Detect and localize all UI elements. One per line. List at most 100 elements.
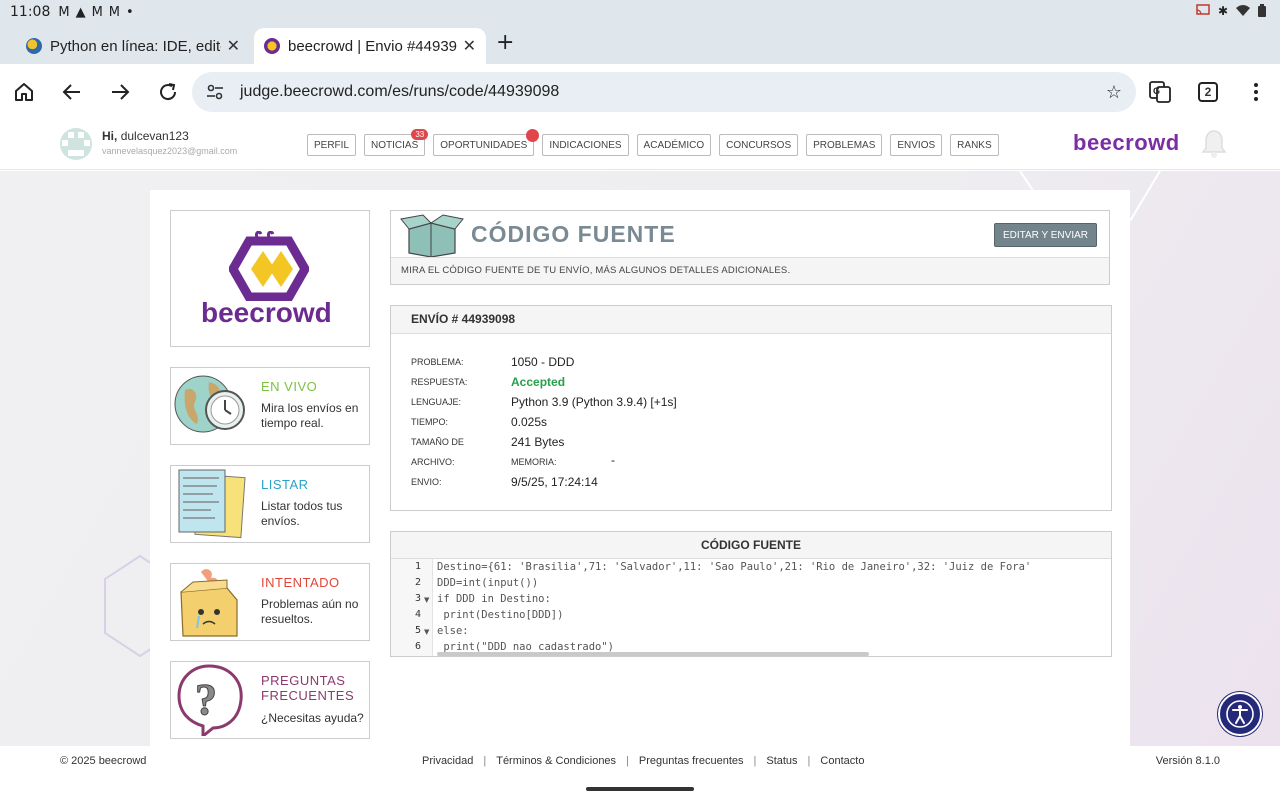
line-number: 6 [414, 641, 421, 652]
system-status-bar: 11:08 M ▲ M M • ✱ [0, 0, 1280, 24]
address-bar[interactable]: judge.beecrowd.com/es/runs/code/44939098… [192, 72, 1136, 112]
svg-text:G: G [1153, 86, 1160, 96]
horizontal-scrollbar[interactable] [437, 652, 869, 656]
code-line[interactable]: Destino={61: 'Brasilia',71: 'Salvador',1… [437, 561, 1031, 573]
fold-toggle-icon[interactable]: ▼ [424, 596, 429, 604]
gesture-handle[interactable] [586, 787, 694, 791]
open-box-icon [400, 214, 464, 257]
footer-link-faq[interactable]: Preguntas frecuentes [629, 755, 754, 767]
code-line[interactable]: if DDD in Destino: [437, 593, 551, 605]
beecrowd-logo-icon [229, 231, 309, 301]
detail-label: PROBLEMA: [411, 357, 464, 367]
menu-button[interactable] [1242, 78, 1270, 106]
translate-icon: G [1149, 81, 1171, 103]
gmail-icon: M [91, 4, 103, 20]
cast-icon [1196, 4, 1210, 20]
greeting: Hi, [102, 129, 118, 143]
card-en-vivo[interactable]: EN VIVO Mira los envíos en tiempo real. [170, 367, 370, 445]
globe-clock-icon [174, 375, 245, 433]
detail-value: 241 Bytes [511, 435, 565, 449]
avatar[interactable] [60, 128, 92, 160]
tab-strip: Python en línea: IDE, editor ✕ beecrowd … [0, 24, 1280, 64]
card-title: INTENTADO [261, 575, 340, 590]
status-badge: Accepted [511, 375, 566, 389]
detail-value: - [611, 453, 615, 467]
footer-links: Privacidad | Términos & Condiciones | Pr… [422, 755, 874, 767]
browser-tab-python[interactable]: Python en línea: IDE, editor ✕ [16, 28, 250, 64]
nav-label: PROBLEMAS [813, 139, 876, 151]
nav-ranks[interactable]: RANKS [950, 134, 999, 156]
line-number: 1 [414, 561, 421, 572]
nav-label: CONCURSOS [726, 139, 792, 151]
card-listar[interactable]: LISTAR Listar todos tus envíos. [170, 465, 370, 543]
card-intentado[interactable]: INTENTADO Problemas aún no resueltos. [170, 563, 370, 641]
translate-button[interactable]: G [1146, 78, 1174, 106]
code-title: CÓDIGO FUENTE [700, 538, 801, 552]
nav-concursos[interactable]: CONCURSOS [719, 134, 799, 156]
gmail-icon: M [108, 4, 121, 20]
nav-perfil[interactable]: PERFIL [307, 134, 357, 156]
nav-oportunidades[interactable]: OPORTUNIDADES [433, 129, 540, 156]
system-tray: ✱ [1196, 4, 1266, 20]
detail-value: 9/5/25, 17:24:14 [511, 475, 598, 489]
tab-switcher-button[interactable]: 2 [1198, 82, 1218, 102]
edit-and-submit-button[interactable]: EDITAR Y ENVIAR [993, 223, 1097, 247]
code-line[interactable]: DDD=int(input()) [437, 577, 538, 589]
beecrowd-favicon-icon [264, 38, 280, 54]
nav-envios[interactable]: ENVIOS [890, 134, 943, 156]
detail-value: Python 3.9 (Python 3.9.4) [+1s] [511, 395, 677, 409]
reload-button[interactable] [154, 78, 182, 106]
dot-icon: • [126, 4, 134, 20]
new-tab-button[interactable]: + [496, 30, 514, 55]
nav-label: RANKS [957, 139, 992, 151]
forward-button[interactable] [106, 78, 134, 106]
nav-label: INDICACIONES [549, 139, 622, 151]
close-icon[interactable]: ✕ [227, 36, 240, 56]
copyright: © 2025 beecrowd [60, 755, 147, 767]
card-description: ¿Necesitas ayuda? [261, 711, 364, 725]
code-line[interactable]: else: [437, 625, 469, 637]
bookmark-star-icon[interactable]: ☆ [1106, 82, 1122, 103]
close-icon[interactable]: ✕ [463, 36, 476, 56]
beecrowd-logo-box[interactable]: beecrowd [170, 210, 370, 347]
submission-title: ENVÍO # 44939098 [411, 312, 516, 326]
url-text[interactable]: judge.beecrowd.com/es/runs/code/44939098 [240, 83, 559, 101]
reload-icon [160, 83, 177, 101]
footer-link-status[interactable]: Status [756, 755, 807, 767]
site-settings-icon[interactable] [206, 83, 224, 106]
page-title: CÓDIGO FUENTE [471, 221, 676, 247]
nav-label: NOTICIAS [371, 139, 419, 151]
card-preguntas-frecuentes[interactable]: ? PREGUNTAS FRECUENTES ¿Necesitas ayuda? [170, 661, 370, 739]
browser-tab-beecrowd[interactable]: beecrowd | Envio #44939098 ✕ [254, 28, 486, 64]
question-bubble-icon: ? [177, 664, 243, 736]
code-line[interactable]: print(Destino[DDD]) [437, 609, 563, 621]
card-title: PREGUNTAS FRECUENTES [261, 673, 355, 703]
accessibility-button[interactable] [1218, 692, 1262, 736]
nav-label: ENVIOS [897, 139, 936, 151]
detail-value[interactable]: 1050 - DDD [511, 355, 574, 369]
notification-dot [526, 129, 540, 142]
footer-link-terms[interactable]: Términos & Condiciones [486, 755, 626, 767]
fold-toggle-icon[interactable]: ▼ [424, 628, 429, 636]
nav-indicaciones[interactable]: INDICACIONES [542, 134, 629, 156]
line-number: 5 [414, 625, 421, 636]
card-description: Listar todos tus envíos. [261, 499, 343, 528]
main-nav: PERFIL NOTICIAS 33 OPORTUNIDADES INDICACI… [307, 129, 999, 156]
back-button[interactable] [58, 78, 86, 106]
nav-problemas[interactable]: PROBLEMAS [806, 134, 883, 156]
footer-link-privacy[interactable]: Privacidad [422, 755, 483, 767]
logo-text: beecrowd [201, 297, 332, 328]
nav-academico[interactable]: ACADÉMICO [636, 134, 712, 156]
footer-link-contact[interactable]: Contacto [810, 755, 874, 767]
home-button[interactable] [10, 78, 38, 106]
brand-logo[interactable]: beecrowd [1073, 130, 1180, 156]
arrow-left-icon [62, 84, 80, 100]
nav-noticias[interactable]: NOTICIAS 33 [364, 129, 429, 156]
detail-label: RESPUESTA: [411, 377, 468, 387]
detail-label: ARCHIVO: [411, 457, 455, 467]
user-email: vannevelasquez2023@gmail.com [102, 146, 238, 156]
bluetooth-icon: ✱ [1217, 4, 1228, 18]
bell-icon[interactable] [1200, 128, 1228, 165]
line-gutter: 1 2 3 ▼ 4 5 ▼ 6 [391, 559, 433, 656]
alert-icon: ▲ [75, 4, 86, 20]
